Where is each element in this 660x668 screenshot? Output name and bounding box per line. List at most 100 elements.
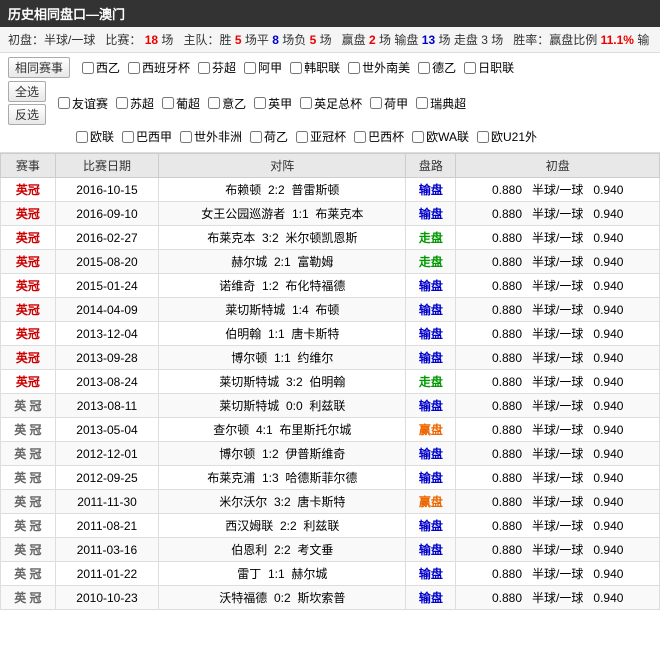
init-handi: 半球/一球 — [532, 303, 583, 317]
checkbox-ouwa-input[interactable] — [412, 131, 424, 143]
table-row: 英 冠 2011-08-21 西汉姆联 2:2 利兹联 输盘 0.880 半球/… — [1, 514, 660, 538]
cell-init: 0.880 半球/一球 0.940 — [456, 394, 660, 418]
checkbox-baxi-bei-input[interactable] — [354, 131, 366, 143]
cell-init: 0.880 半球/一球 0.940 — [456, 274, 660, 298]
draw-pan-unit: 场 — [491, 33, 503, 47]
cell-league: 英冠 — [1, 250, 56, 274]
cell-init: 0.880 半球/一球 0.940 — [456, 322, 660, 346]
checkbox-yingzu-label: 英足总杯 — [314, 95, 362, 112]
cell-date: 2011-08-21 — [55, 514, 158, 538]
cell-league: 英冠 — [1, 226, 56, 250]
inverse-button[interactable]: 反选 — [8, 104, 46, 125]
checkbox-xiyi-input[interactable] — [82, 62, 94, 74]
cell-match: 诺维奇 1:2 布化特福德 — [159, 274, 406, 298]
cell-match: 莱切斯特城 3:2 伯明翰 — [159, 370, 406, 394]
ratio-suffix: 输 — [637, 33, 649, 47]
checkbox-rizhi-input[interactable] — [464, 62, 476, 74]
win-count: 5 — [235, 33, 242, 47]
cell-match: 莱切斯特城 1:4 布顿 — [159, 298, 406, 322]
checkbox-puchao-input[interactable] — [162, 97, 174, 109]
checkbox-hanzhi-input[interactable] — [290, 62, 302, 74]
cell-match: 查尔顿 4:1 布里斯托尔城 — [159, 418, 406, 442]
handicap-val: 0.880 — [492, 591, 522, 605]
cell-league: 英 冠 — [1, 466, 56, 490]
handicap-val: 0.880 — [492, 351, 522, 365]
checkbox-ajia-input[interactable] — [244, 62, 256, 74]
checkbox-hejia: 荷甲 — [370, 95, 408, 112]
checkbox-suchao-input[interactable] — [116, 97, 128, 109]
checkbox-youyi-input[interactable] — [58, 97, 70, 109]
similar-matches-button[interactable]: 相同赛事 — [8, 57, 70, 78]
draw-count: 8 — [272, 33, 279, 47]
handicap-val: 0.880 — [492, 255, 522, 269]
checkbox-hejia-input[interactable] — [370, 97, 382, 109]
cell-match: 米尔沃尔 3:2 唐卡斯特 — [159, 490, 406, 514]
init-handi: 半球/一球 — [532, 423, 583, 437]
checkbox-deyi-label: 德乙 — [432, 59, 456, 76]
checkbox-ouwa: 欧WA联 — [412, 128, 469, 145]
cell-date: 2013-09-28 — [55, 346, 158, 370]
init-handi: 半球/一球 — [532, 471, 583, 485]
init-val: 0.940 — [593, 567, 623, 581]
checkbox-yiyi-input[interactable] — [208, 97, 220, 109]
checkbox-ouu21-input[interactable] — [477, 131, 489, 143]
all-button[interactable]: 全选 — [8, 81, 46, 102]
checkbox-shiwai-feizhou-input[interactable] — [180, 131, 192, 143]
cell-init: 0.880 半球/一球 0.940 — [456, 562, 660, 586]
checkbox-baxi-jia-input[interactable] — [122, 131, 134, 143]
init-handi: 半球/一球 — [532, 183, 583, 197]
checkbox-baxi-bei: 巴西杯 — [354, 128, 404, 145]
table-row: 英 冠 2011-11-30 米尔沃尔 3:2 唐卡斯特 赢盘 0.880 半球… — [1, 490, 660, 514]
cell-pan: 输盘 — [406, 178, 456, 202]
table-row: 英 冠 2011-03-16 伯恩利 2:2 考文垂 输盘 0.880 半球/一… — [1, 538, 660, 562]
cell-date: 2014-04-09 — [55, 298, 158, 322]
checkbox-deyi-input[interactable] — [418, 62, 430, 74]
cell-league: 英冠 — [1, 202, 56, 226]
init-handi: 半球/一球 — [532, 231, 583, 245]
ratio-label: 胜率：赢盘比例 — [513, 33, 597, 47]
checkbox-yingjialia-input[interactable] — [254, 97, 266, 109]
cell-init: 0.880 半球/一球 0.940 — [456, 418, 660, 442]
handicap-val: 0.880 — [492, 543, 522, 557]
checkbox-heyi-label: 荷乙 — [264, 128, 288, 145]
cell-league: 英冠 — [1, 178, 56, 202]
checkbox-shiwai-feizhou: 世外非洲 — [180, 128, 242, 145]
init-val: 0.940 — [593, 231, 623, 245]
checkbox-ya-guan-input[interactable] — [296, 131, 308, 143]
win-pan-count: 2 — [369, 33, 376, 47]
cell-date: 2013-08-24 — [55, 370, 158, 394]
cell-league: 英 冠 — [1, 562, 56, 586]
checkbox-shiwai-nanmei-input[interactable] — [348, 62, 360, 74]
cell-pan: 输盘 — [406, 442, 456, 466]
checkbox-puchao: 葡超 — [162, 95, 200, 112]
init-handi: 半球/一球 — [532, 543, 583, 557]
cell-league: 英冠 — [1, 322, 56, 346]
page-title: 历史相同盘口—澳门 — [8, 7, 125, 22]
handicap-val: 0.880 — [492, 567, 522, 581]
cell-league: 英 冠 — [1, 394, 56, 418]
checkbox-ruidianchao-input[interactable] — [416, 97, 428, 109]
init-handi: 半球/一球 — [532, 591, 583, 605]
handicap-val: 0.880 — [492, 423, 522, 437]
cell-match: 布赖顿 2:2 普雷斯顿 — [159, 178, 406, 202]
init-handi: 半球/一球 — [532, 519, 583, 533]
checkbox-yingzu-input[interactable] — [300, 97, 312, 109]
handicap-val: 0.880 — [492, 375, 522, 389]
checkbox-fenchao-input[interactable] — [198, 62, 210, 74]
table-row: 英冠 2015-01-24 诺维奇 1:2 布化特福德 输盘 0.880 半球/… — [1, 274, 660, 298]
checkbox-heyi-input[interactable] — [250, 131, 262, 143]
checkbox-ruidianchao: 瑞典超 — [416, 95, 466, 112]
table-row: 英冠 2014-04-09 莱切斯特城 1:4 布顿 输盘 0.880 半球/一… — [1, 298, 660, 322]
init-val: 0.940 — [593, 375, 623, 389]
cell-match: 伯恩利 2:2 考文垂 — [159, 538, 406, 562]
init-val: 0.940 — [593, 255, 623, 269]
cell-league: 英冠 — [1, 346, 56, 370]
cell-league: 英冠 — [1, 370, 56, 394]
table-row: 英冠 2013-12-04 伯明翰 1:1 唐卡斯特 输盘 0.880 半球/一… — [1, 322, 660, 346]
checkbox-oulian-input[interactable] — [76, 131, 88, 143]
checkbox-xibanyaya-input[interactable] — [128, 62, 140, 74]
col-match: 对阵 — [159, 154, 406, 178]
init-val: 0.940 — [593, 207, 623, 221]
cell-league: 英 冠 — [1, 442, 56, 466]
checkbox-oulian-label: 欧联 — [90, 128, 114, 145]
